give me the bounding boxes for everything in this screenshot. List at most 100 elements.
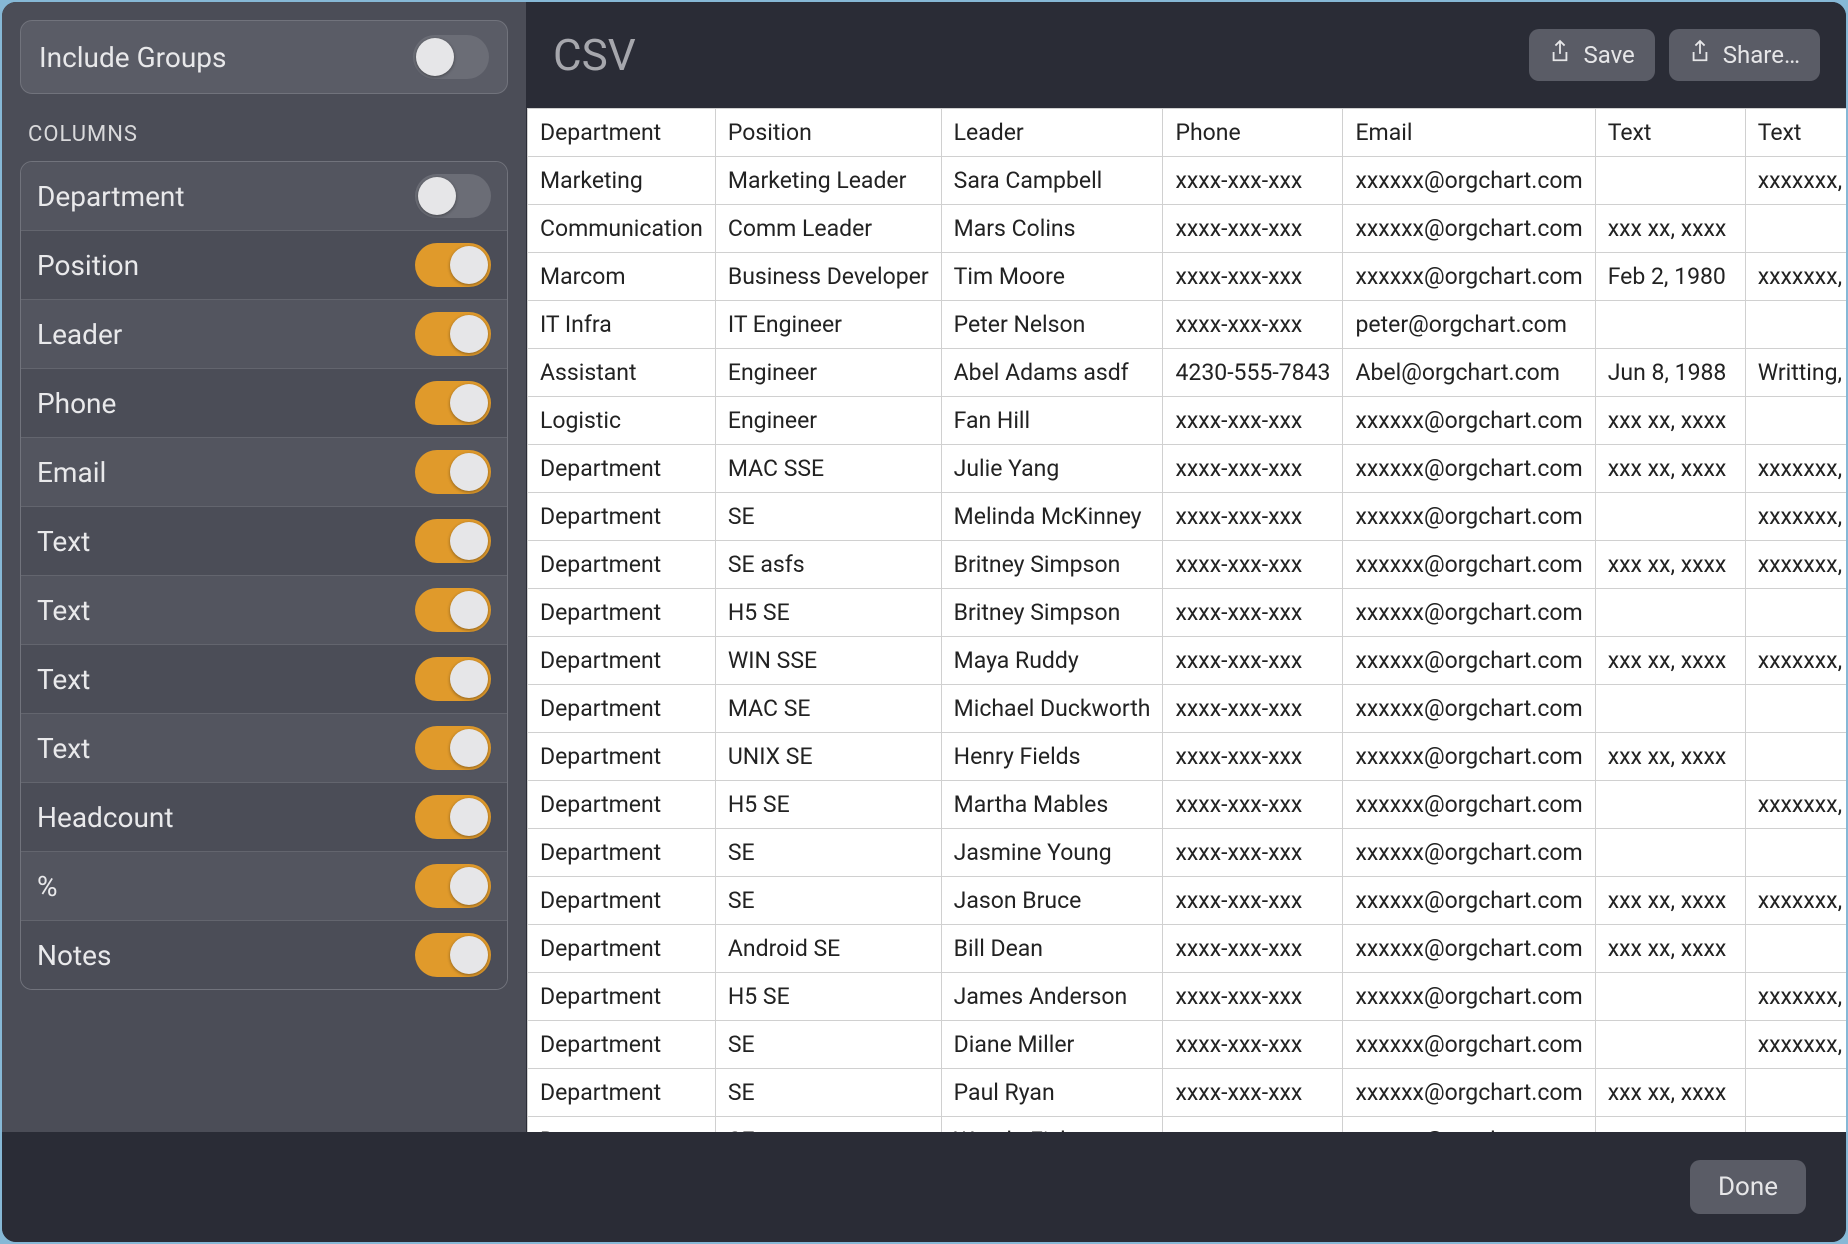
table-cell: MAC SE — [715, 685, 941, 733]
table-cell: xxxxxx@orgchart.com — [1343, 205, 1595, 253]
table-header-cell[interactable]: Text — [1595, 109, 1745, 157]
include-groups-toggle[interactable] — [413, 35, 489, 79]
table-row[interactable]: DepartmentSEJason Brucexxxx-xxx-xxxxxxxx… — [528, 877, 1847, 925]
table-row[interactable]: DepartmentSEWanda Fishxxxx-xxx-xxxxxxxxx… — [528, 1117, 1847, 1133]
column-toggle[interactable] — [415, 519, 491, 563]
include-groups-label: Include Groups — [39, 41, 226, 74]
table-cell: Britney Simpson — [941, 589, 1163, 637]
table-cell: SE — [715, 829, 941, 877]
table-header-cell[interactable]: Email — [1343, 109, 1595, 157]
table-row[interactable]: CommunicationComm LeaderMars Colinsxxxx-… — [528, 205, 1847, 253]
save-button[interactable]: Save — [1529, 29, 1654, 81]
include-groups-row: Include Groups — [20, 20, 508, 94]
table-cell: Wanda Fish — [941, 1117, 1163, 1133]
export-dialog: Include Groups COLUMNS DepartmentPositio… — [0, 0, 1848, 1244]
done-button[interactable]: Done — [1690, 1160, 1806, 1214]
column-toggle[interactable] — [415, 174, 491, 218]
table-scroll[interactable]: DepartmentPositionLeaderPhoneEmailTextTe… — [527, 108, 1846, 1132]
table-cell: Marcom — [528, 253, 716, 301]
table-cell — [1745, 1069, 1846, 1117]
table-cell: Logistic — [528, 397, 716, 445]
column-toggle[interactable] — [415, 312, 491, 356]
table-cell: Department — [528, 925, 716, 973]
column-toggle[interactable] — [415, 795, 491, 839]
table-row[interactable]: IT InfraIT EngineerPeter Nelsonxxxx-xxx-… — [528, 301, 1847, 349]
table-cell: Sara Campbell — [941, 157, 1163, 205]
table-cell — [1595, 1021, 1745, 1069]
table-cell: Department — [528, 781, 716, 829]
table-header-cell[interactable]: Phone — [1163, 109, 1343, 157]
table-cell: xxxxxx@orgchart.com — [1343, 829, 1595, 877]
column-toggle[interactable] — [415, 726, 491, 770]
table-cell: xxxxxxx, x — [1745, 253, 1846, 301]
table-cell: Communication — [528, 205, 716, 253]
table-row[interactable]: DepartmentWIN SSEMaya Ruddyxxxx-xxx-xxxx… — [528, 637, 1847, 685]
table-row[interactable]: DepartmentSE asfsBritney Simpsonxxxx-xxx… — [528, 541, 1847, 589]
table-cell: H5 SE — [715, 589, 941, 637]
table-row[interactable]: LogisticEngineerFan Hillxxxx-xxx-xxxxxxx… — [528, 397, 1847, 445]
table-cell — [1745, 397, 1846, 445]
table-cell: xxxxxxx, x — [1745, 493, 1846, 541]
table-header-cell[interactable]: Department — [528, 109, 716, 157]
table-cell: Engineer — [715, 349, 941, 397]
page-title: CSV — [553, 29, 1515, 81]
table-cell: H5 SE — [715, 781, 941, 829]
table-row[interactable]: DepartmentAndroid SEBill Deanxxxx-xxx-xx… — [528, 925, 1847, 973]
table-row[interactable]: DepartmentSEDiane Millerxxxx-xxx-xxxxxxx… — [528, 1021, 1847, 1069]
column-toggle[interactable] — [415, 933, 491, 977]
table-cell: SE asfs — [715, 541, 941, 589]
table-cell: xxxx-xxx-xxx — [1163, 781, 1343, 829]
table-cell: xxxxxx@orgchart.com — [1343, 1069, 1595, 1117]
sidebar: Include Groups COLUMNS DepartmentPositio… — [2, 2, 527, 1132]
column-label: Text — [37, 594, 90, 627]
topbar: CSV Save Share… — [527, 2, 1846, 108]
table-row[interactable]: DepartmentMAC SEMichael Duckworthxxxx-xx… — [528, 685, 1847, 733]
column-toggle[interactable] — [415, 243, 491, 287]
table-cell: SE — [715, 1069, 941, 1117]
table-row[interactable]: DepartmentSEPaul Ryanxxxx-xxx-xxxxxxxxx@… — [528, 1069, 1847, 1117]
table-row[interactable]: MarcomBusiness DeveloperTim Moorexxxx-xx… — [528, 253, 1847, 301]
table-header-cell[interactable]: Leader — [941, 109, 1163, 157]
table-cell: xxxxxxx, x — [1745, 445, 1846, 493]
column-toggle[interactable] — [415, 381, 491, 425]
column-label: Text — [37, 663, 90, 696]
table-cell: Marketing — [528, 157, 716, 205]
table-row[interactable]: DepartmentSEMelinda McKinneyxxxx-xxx-xxx… — [528, 493, 1847, 541]
table-row[interactable]: AssistantEngineerAbel Adams asdf4230-555… — [528, 349, 1847, 397]
table-row[interactable]: DepartmentMAC SSEJulie Yangxxxx-xxx-xxxx… — [528, 445, 1847, 493]
column-toggle[interactable] — [415, 864, 491, 908]
table-row[interactable]: MarketingMarketing LeaderSara Campbellxx… — [528, 157, 1847, 205]
table-cell: xxxxxx@orgchart.com — [1343, 973, 1595, 1021]
table-cell — [1595, 301, 1745, 349]
table-cell: xxxxxxx, x — [1745, 637, 1846, 685]
table-cell: James Anderson — [941, 973, 1163, 1021]
column-toggle[interactable] — [415, 450, 491, 494]
column-toggle[interactable] — [415, 657, 491, 701]
column-row: Position — [21, 231, 507, 300]
table-row[interactable]: DepartmentUNIX SEHenry Fieldsxxxx-xxx-xx… — [528, 733, 1847, 781]
table-header-row: DepartmentPositionLeaderPhoneEmailTextTe… — [528, 109, 1847, 157]
table-cell: SE — [715, 1021, 941, 1069]
table-cell: xxxxxxx, x — [1745, 541, 1846, 589]
save-button-label: Save — [1583, 41, 1634, 69]
table-cell: UNIX SE — [715, 733, 941, 781]
table-cell: xxx xx, xxxx — [1595, 637, 1745, 685]
table-row[interactable]: DepartmentH5 SEMartha Mablesxxxx-xxx-xxx… — [528, 781, 1847, 829]
table-header-cell[interactable]: Text — [1745, 109, 1846, 157]
table-cell — [1745, 925, 1846, 973]
share-button[interactable]: Share… — [1669, 29, 1820, 81]
table-row[interactable]: DepartmentH5 SEJames Andersonxxxx-xxx-xx… — [528, 973, 1847, 1021]
table-cell: xxxx-xxx-xxx — [1163, 397, 1343, 445]
table-cell: WIN SSE — [715, 637, 941, 685]
table-header-cell[interactable]: Position — [715, 109, 941, 157]
column-label: Headcount — [37, 801, 174, 834]
table-cell — [1745, 205, 1846, 253]
column-toggle[interactable] — [415, 588, 491, 632]
column-row: Phone — [21, 369, 507, 438]
table-row[interactable]: DepartmentH5 SEBritney Simpsonxxxx-xxx-x… — [528, 589, 1847, 637]
csv-table: DepartmentPositionLeaderPhoneEmailTextTe… — [527, 108, 1846, 1132]
table-cell: xxxxxxx, x — [1745, 1021, 1846, 1069]
table-cell: xxx xx, xxxx — [1595, 397, 1745, 445]
table-cell — [1595, 157, 1745, 205]
table-row[interactable]: DepartmentSEJasmine Youngxxxx-xxx-xxxxxx… — [528, 829, 1847, 877]
